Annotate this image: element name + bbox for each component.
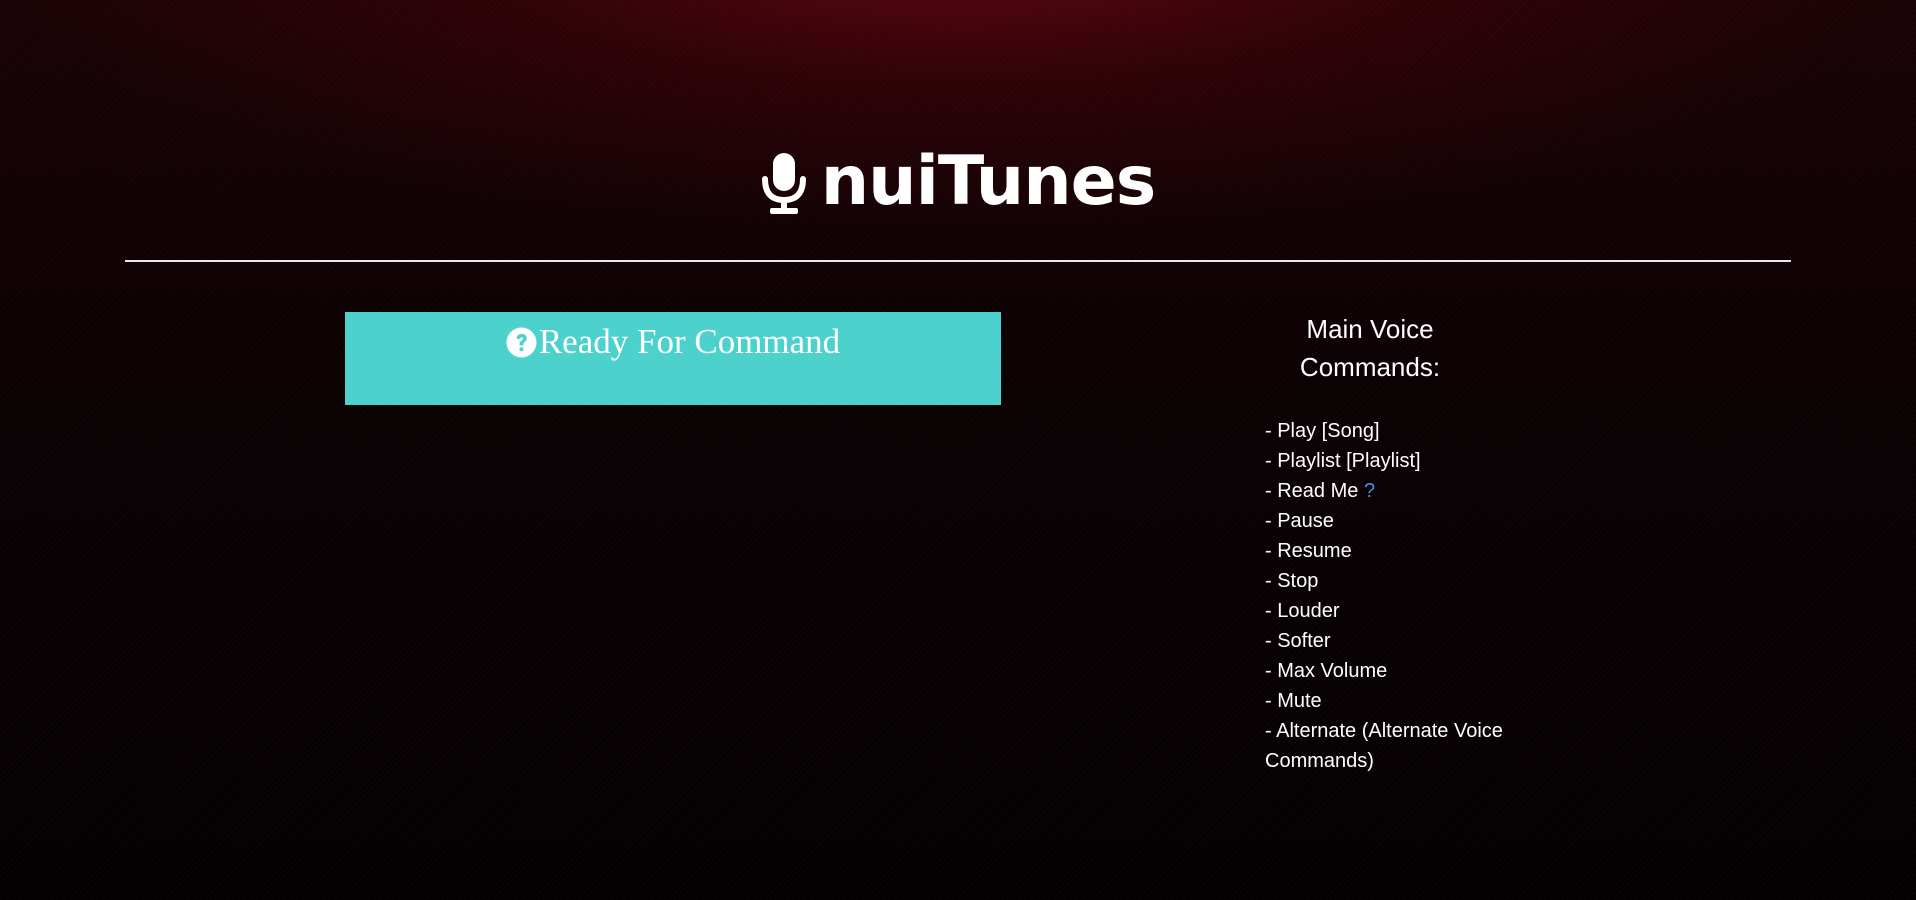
app-header: nuiTunes	[0, 142, 1916, 222]
command-resume: - Resume	[1265, 540, 1352, 562]
command-read-me-label: - Read Me	[1265, 480, 1364, 502]
command-stop: - Stop	[1265, 570, 1319, 592]
commands-title: Main Voice Commands:	[1299, 314, 1441, 382]
command-pause: - Pause	[1265, 510, 1334, 532]
header-divider	[125, 260, 1791, 262]
command-alternate: - Alternate (Alternate Voice Commands)	[1265, 720, 1503, 772]
read-me-help-link[interactable]: ?	[1364, 480, 1375, 502]
command-louder: - Louder	[1265, 600, 1340, 622]
command-playlist: - Playlist [Playlist]	[1265, 450, 1421, 472]
command-max-volume: - Max Volume	[1265, 660, 1388, 682]
commands-list: - Play [Song] - Playlist [Playlist] - Re…	[1265, 416, 1505, 776]
app-title: nuiTunes	[820, 142, 1156, 221]
status-text: Ready For Command	[538, 322, 841, 361]
microphone-icon	[761, 153, 806, 214]
command-play: - Play [Song]	[1265, 420, 1380, 442]
command-read-me: - Read Me ?	[1265, 476, 1505, 506]
voice-commands-panel: Main Voice Commands: - Play [Song] - Pla…	[1265, 310, 1505, 776]
command-softer: - Softer	[1265, 630, 1331, 652]
question-circle-icon	[506, 326, 537, 358]
command-mute: - Mute	[1265, 690, 1322, 712]
status-panel: Ready For Command	[345, 312, 1001, 405]
status-content: Ready For Command	[506, 320, 840, 364]
